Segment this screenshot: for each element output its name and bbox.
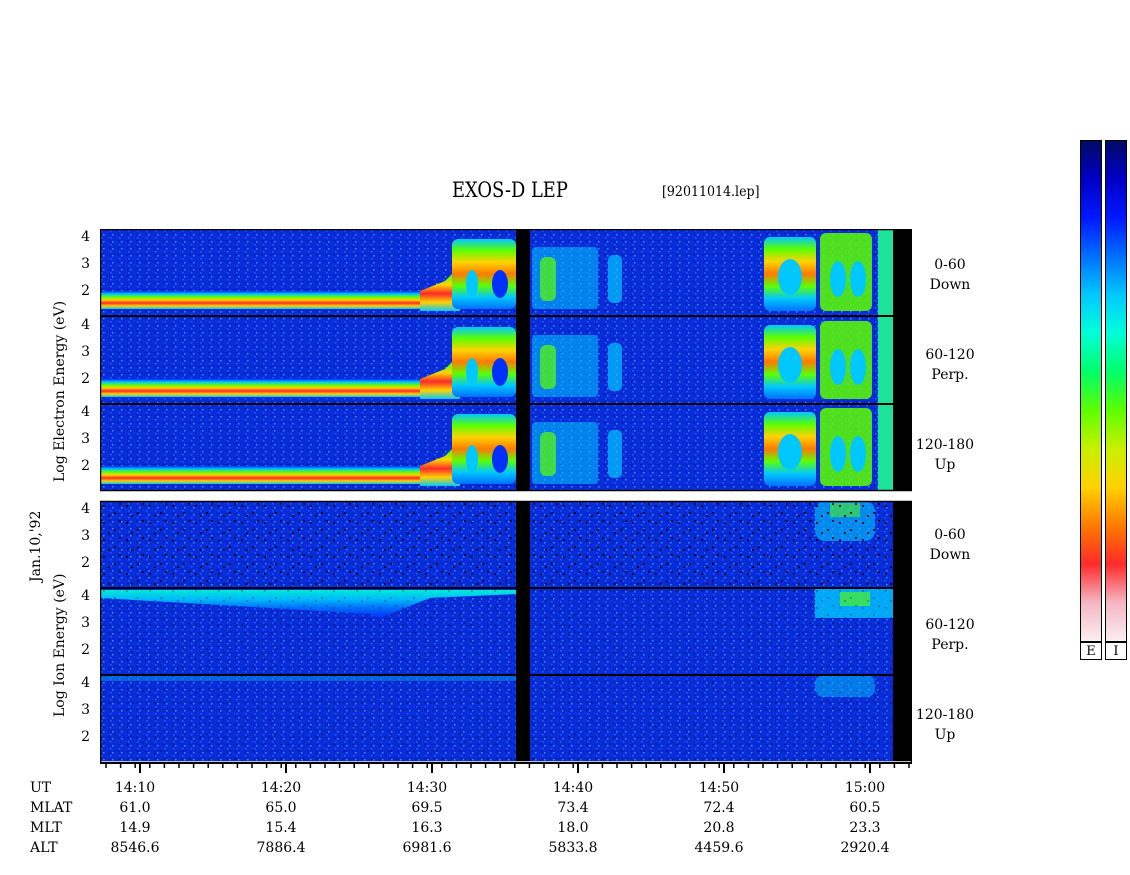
colorbar-electron [1080, 140, 1102, 642]
y-tick-label: 4 [81, 229, 90, 245]
chart-title: EXOS-D LEP [452, 178, 568, 202]
footer-ut-value: 14:40 [552, 780, 594, 796]
date-label: Jan.10,'92 [28, 510, 44, 582]
footer-mlt-value: 23.3 [849, 820, 881, 836]
footer-alt-value: 7886.4 [256, 840, 306, 856]
spectrogram-panel [100, 588, 912, 674]
footer-alt-value: 6981.6 [402, 840, 452, 856]
panel-label-electron-perp: 60-120 Perp. [925, 347, 975, 383]
time-axis [100, 762, 912, 773]
footer-mlt-value: 20.8 [703, 820, 735, 836]
y-tick-label: 2 [81, 642, 90, 658]
y-tick-label: 3 [81, 344, 90, 360]
footer-mlt-value: 18.0 [557, 820, 589, 836]
y-tick-label: 3 [81, 702, 90, 718]
y-tick-label: 3 [81, 256, 90, 272]
y-tick-label: 4 [81, 501, 90, 517]
footer-mlat-value: 73.4 [557, 800, 589, 816]
footer-mlat-value: 61.0 [119, 800, 151, 816]
footer-mlt-value: 16.3 [411, 820, 443, 836]
footer-ut-value: 14:20 [260, 780, 302, 796]
spectrogram-panel [100, 501, 912, 587]
footer-mlat-value: 72.4 [703, 800, 735, 816]
y-tick-label: 2 [81, 458, 90, 474]
panel-label-ion-down: 0-60 Down [929, 527, 971, 563]
footer-mlat-value: 60.5 [849, 800, 881, 816]
spectrogram-plot [100, 229, 912, 764]
spectrogram-panel [100, 229, 912, 315]
ion-axis-label: Log Ion Energy (eV) [52, 573, 68, 717]
panel-label-ion-up: 120-180 Up [915, 707, 975, 743]
y-tick-label: 3 [81, 615, 90, 631]
y-tick-label: 2 [81, 283, 90, 299]
footer-ut-value: 14:50 [698, 780, 740, 796]
y-tick-label: 4 [81, 404, 90, 420]
y-tick-label: 2 [81, 729, 90, 745]
y-tick-label: 4 [81, 317, 90, 333]
footer-mlat-value: 69.5 [411, 800, 443, 816]
panel-separator [100, 674, 912, 676]
y-tick-label: 2 [81, 371, 90, 387]
electron-axis-label: Log Electron Energy (eV) [52, 300, 68, 482]
row-label-alt: ALT [30, 840, 58, 856]
file-name: [92011014.lep] [662, 184, 760, 200]
footer-alt-value: 5833.8 [548, 840, 598, 856]
spectrogram-panel [100, 404, 912, 490]
footer-ut-value: 14:10 [114, 780, 156, 796]
spectrogram-panel [100, 317, 912, 403]
panel-label-electron-up: 120-180 Up [915, 437, 975, 473]
footer-alt-value: 8546.6 [110, 840, 160, 856]
footer-mlt-value: 14.9 [119, 820, 151, 836]
row-label-mlat: MLAT [30, 800, 73, 816]
panel-separator [100, 587, 912, 589]
y-tick-label: 4 [81, 675, 90, 691]
y-tick-label: 3 [81, 528, 90, 544]
spectrogram-panel [100, 675, 912, 761]
panel-label-ion-perp: 60-120 Perp. [925, 617, 975, 653]
row-label-ut: UT [30, 780, 52, 796]
footer-mlat-value: 65.0 [265, 800, 297, 816]
y-tick-label: 4 [81, 588, 90, 604]
footer-ut-value: 15:00 [844, 780, 886, 796]
row-label-mlt: MLT [30, 820, 62, 836]
panel-label-electron-down: 0-60 Down [929, 257, 971, 293]
footer-ut-value: 14:30 [406, 780, 448, 796]
group-separator [100, 491, 912, 501]
footer-alt-value: 2920.4 [840, 840, 890, 856]
colorbar-ion [1105, 140, 1127, 642]
y-tick-label: 3 [81, 431, 90, 447]
footer-mlt-value: 15.4 [265, 820, 297, 836]
footer-alt-value: 4459.6 [694, 840, 744, 856]
panel-separator [100, 403, 912, 405]
colorbar-ion-label: I [1105, 642, 1127, 660]
y-tick-label: 2 [81, 555, 90, 571]
panel-separator [100, 315, 912, 317]
colorbar-electron-label: E [1080, 642, 1102, 660]
